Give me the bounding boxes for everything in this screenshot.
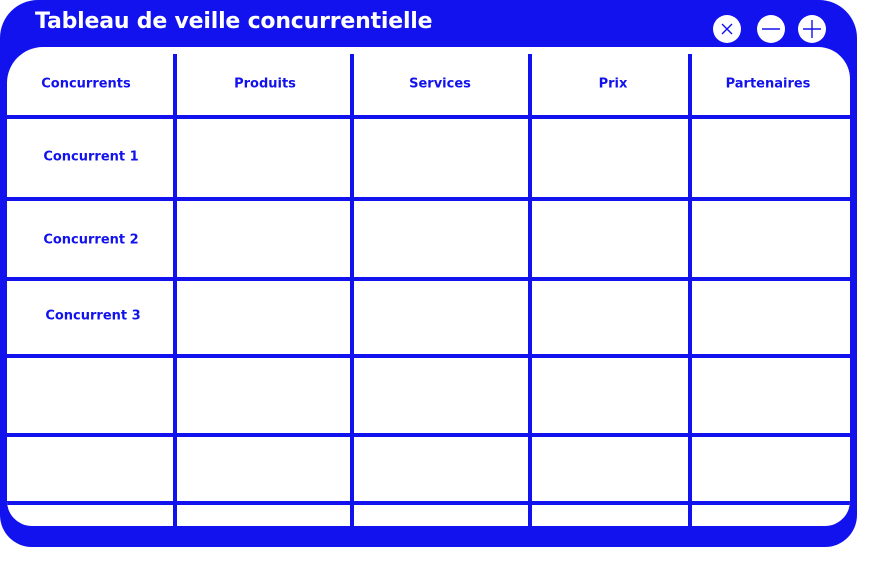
row-label-concurrent-2: Concurrent 2 [43,232,139,248]
plus-icon [803,20,821,38]
table-cell[interactable] [692,437,846,501]
table-cell[interactable] [692,119,846,197]
table-cell[interactable] [177,505,350,522]
column-header-partenaires: Partenaires [725,76,811,92]
table-cell[interactable] [354,358,528,433]
close-button[interactable] [713,15,741,43]
table-cell[interactable] [692,358,846,433]
table-cell[interactable] [692,505,846,522]
table-cell[interactable] [692,201,846,277]
row-label-concurrent-3: Concurrent 3 [45,308,141,324]
table-cell[interactable] [354,201,528,277]
table-cell[interactable] [177,358,350,433]
table-cell[interactable] [177,281,350,354]
column-header-concurrents: Concurrents [41,76,131,92]
competitive-watch-table: Concurrents Produits Services Prix Parte… [7,47,850,526]
minus-icon [762,28,780,30]
table-cell[interactable] [177,437,350,501]
table-cell[interactable] [532,281,688,354]
table-cell[interactable] [532,358,688,433]
row-label-concurrent-1: Concurrent 1 [43,149,139,165]
table-cell[interactable] [354,119,528,197]
close-icon [721,23,733,35]
window-frame: Tableau de veille concurrentielle Concur… [0,0,857,547]
table-cell[interactable] [354,281,528,354]
table-cell[interactable] [532,437,688,501]
table-cell[interactable] [354,505,528,522]
column-header-produits: Produits [234,76,296,92]
table-cell[interactable] [532,505,688,522]
minimize-button[interactable] [757,15,785,43]
table-cell[interactable] [532,201,688,277]
table-cell[interactable] [177,201,350,277]
table-cell[interactable] [692,281,846,354]
column-header-prix: Prix [598,76,628,92]
table-cell[interactable] [354,437,528,501]
window-title: Tableau de veille concurrentielle [35,9,433,34]
table-cell[interactable] [177,119,350,197]
maximize-button[interactable] [798,15,826,43]
column-header-services: Services [409,76,471,92]
table-cell[interactable] [532,119,688,197]
